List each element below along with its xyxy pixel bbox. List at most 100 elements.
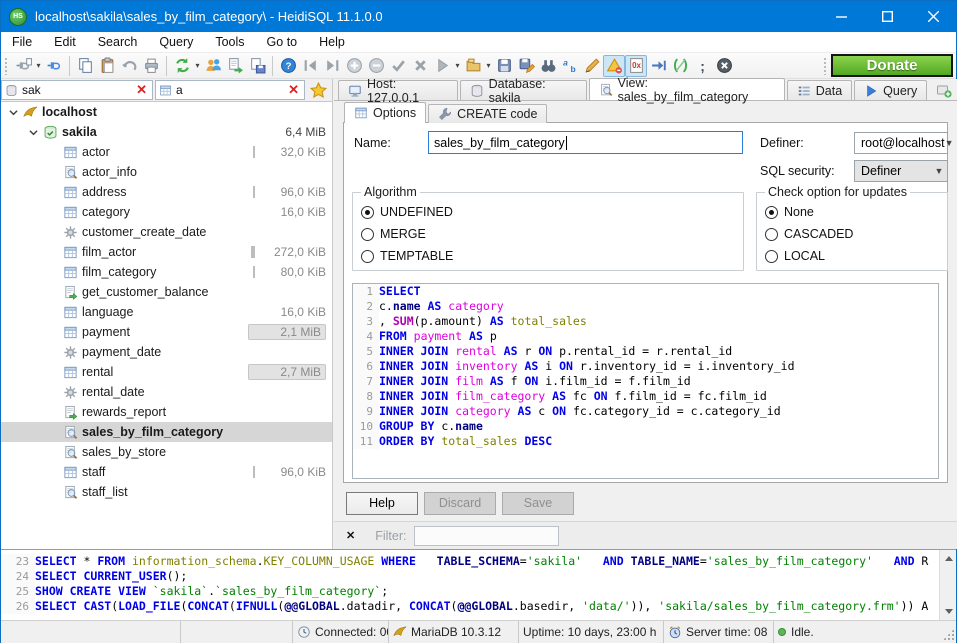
undo-button[interactable] [118, 55, 140, 77]
subtab-options[interactable]: Options [344, 102, 426, 123]
reformat-pen-button[interactable] [581, 55, 603, 77]
algorithm-option-merge[interactable]: MERGE [361, 223, 735, 245]
tab-data[interactable]: Data [787, 80, 852, 100]
database-filter-input[interactable]: sak ✕ [1, 80, 153, 100]
stop-button[interactable] [713, 55, 735, 77]
tree-item-staff_list[interactable]: staff_list [1, 482, 332, 502]
session-manager-button[interactable] [12, 55, 34, 77]
tree-item-actor_info[interactable]: actor_info [1, 162, 332, 182]
sql-security-dropdown-icon[interactable]: ▼ [931, 166, 947, 176]
tab-query[interactable]: Query [854, 80, 927, 100]
load-sql-file-button[interactable] [462, 55, 484, 77]
donate-button[interactable]: Donate [831, 54, 953, 77]
toolbar-grip[interactable] [4, 57, 9, 75]
new-query-tab-button[interactable] [929, 80, 957, 100]
definer-dropdown-icon[interactable]: ▼ [945, 138, 954, 148]
insert-row-button[interactable] [343, 55, 365, 77]
cancel-editing-button[interactable] [409, 55, 431, 77]
database-filter-clear-icon[interactable]: ✕ [134, 82, 149, 98]
menu-item-tools[interactable]: Tools [204, 32, 255, 53]
tree-item-film_actor[interactable]: film_actor272,0 KiB [1, 242, 332, 262]
menu-item-query[interactable]: Query [148, 32, 204, 53]
find-button[interactable] [537, 55, 559, 77]
table-filter-clear-icon[interactable]: ✕ [286, 82, 301, 98]
print-button[interactable] [140, 55, 162, 77]
log-scrollbar[interactable] [939, 550, 956, 620]
radio-icon[interactable] [765, 206, 778, 219]
session-dropdown-arrow[interactable]: ▾ [34, 61, 43, 70]
reformat-sql-button[interactable] [669, 55, 691, 77]
donate-grip[interactable] [823, 57, 828, 75]
tree-item-payment[interactable]: payment2,1 MiB [1, 322, 332, 342]
database-filter-value[interactable]: sak [18, 83, 134, 97]
semicolon-delimiter-button[interactable]: ; [691, 55, 713, 77]
export-database-button[interactable] [224, 55, 246, 77]
radio-icon[interactable] [765, 228, 778, 241]
tree-item-get_customer_balance[interactable]: get_customer_balance [1, 282, 332, 302]
sql-security-combobox[interactable]: Definer▼ [854, 160, 948, 182]
radio-icon[interactable] [361, 250, 374, 263]
post-changes-button[interactable] [387, 55, 409, 77]
menu-item-help[interactable]: Help [308, 32, 356, 53]
tree-item-rewards_report[interactable]: rewards_report [1, 402, 332, 422]
save-sql-as-button[interactable] [515, 55, 537, 77]
copy-button[interactable] [74, 55, 96, 77]
help-button[interactable]: ? [277, 55, 299, 77]
expander-chevron-icon[interactable] [5, 108, 21, 117]
find-replace-button[interactable]: ab [559, 55, 581, 77]
execute-dropdown-arrow[interactable]: ▾ [453, 61, 462, 70]
user-manager-button[interactable] [202, 55, 224, 77]
save-sql-button[interactable] [493, 55, 515, 77]
tree-item-language[interactable]: language16,0 KiB [1, 302, 332, 322]
menu-item-search[interactable]: Search [87, 32, 149, 53]
sql-log-lines[interactable]: 23SELECT * FROM information_schema.KEY_C… [1, 554, 939, 614]
bind-parameters-toggle[interactable] [603, 55, 625, 77]
delete-row-button[interactable] [365, 55, 387, 77]
check-option-option-none[interactable]: None [765, 201, 939, 223]
close-button[interactable] [910, 1, 956, 32]
refresh-dropdown-arrow[interactable]: ▾ [193, 61, 202, 70]
definer-combobox[interactable]: root@localhost▼ [854, 132, 948, 154]
first-row-button[interactable] [299, 55, 321, 77]
filter-input[interactable] [414, 526, 559, 546]
minimize-button[interactable] [818, 1, 864, 32]
scroll-up-icon[interactable] [940, 550, 957, 567]
tree-item-category[interactable]: category16,0 KiB [1, 202, 332, 222]
tab-view-sales-by-film-category[interactable]: View: sales_by_film_category [589, 78, 785, 100]
radio-icon[interactable] [361, 206, 374, 219]
table-tools-button[interactable] [246, 55, 268, 77]
menu-item-go-to[interactable]: Go to [256, 32, 309, 53]
tree-item-sales_by_store[interactable]: sales_by_store [1, 442, 332, 462]
tree-item-rental_date[interactable]: rental_date [1, 382, 332, 402]
save-button[interactable]: Save [502, 492, 574, 515]
tree-item-staff[interactable]: staff96,0 KiB [1, 462, 332, 482]
check-option-option-local[interactable]: LOCAL [765, 245, 939, 267]
goto-next-button[interactable] [647, 55, 669, 77]
help-button[interactable]: Help [346, 492, 418, 515]
tree-item-localhost[interactable]: localhost [1, 102, 332, 122]
tree-item-address[interactable]: address96,0 KiB [1, 182, 332, 202]
table-filter-value[interactable]: a [172, 83, 286, 97]
table-filter-input[interactable]: a ✕ [155, 80, 305, 100]
tree-item-rental[interactable]: rental2,7 MiB [1, 362, 332, 382]
check-option-option-cascaded[interactable]: CASCADED [765, 223, 939, 245]
tree-item-actor[interactable]: actor32,0 KiB [1, 142, 332, 162]
filter-close-icon[interactable]: ✕ [346, 529, 355, 542]
tab-database-sakila[interactable]: Database: sakila [460, 80, 587, 100]
scroll-down-icon[interactable] [940, 603, 957, 620]
maximize-button[interactable] [864, 1, 910, 32]
paste-button[interactable] [96, 55, 118, 77]
view-name-input[interactable]: sales_by_film_category [428, 131, 743, 154]
tree-item-customer_create_date[interactable]: customer_create_date [1, 222, 332, 242]
expander-chevron-icon[interactable] [25, 128, 41, 137]
hex-literals-toggle[interactable]: 0x [625, 55, 647, 77]
tree-item-film_category[interactable]: film_category80,0 KiB [1, 262, 332, 282]
last-row-button[interactable] [321, 55, 343, 77]
algorithm-option-undefined[interactable]: UNDEFINED [361, 201, 735, 223]
discard-button[interactable]: Discard [424, 492, 496, 515]
favorites-star-icon[interactable] [310, 82, 327, 99]
tree-item-sakila[interactable]: sakila6,4 MiB [1, 122, 332, 142]
view-body-editor[interactable]: 1SELECT2c.name AS category3, SUM(p.amoun… [352, 283, 939, 479]
menu-item-edit[interactable]: Edit [43, 32, 87, 53]
radio-icon[interactable] [765, 250, 778, 263]
